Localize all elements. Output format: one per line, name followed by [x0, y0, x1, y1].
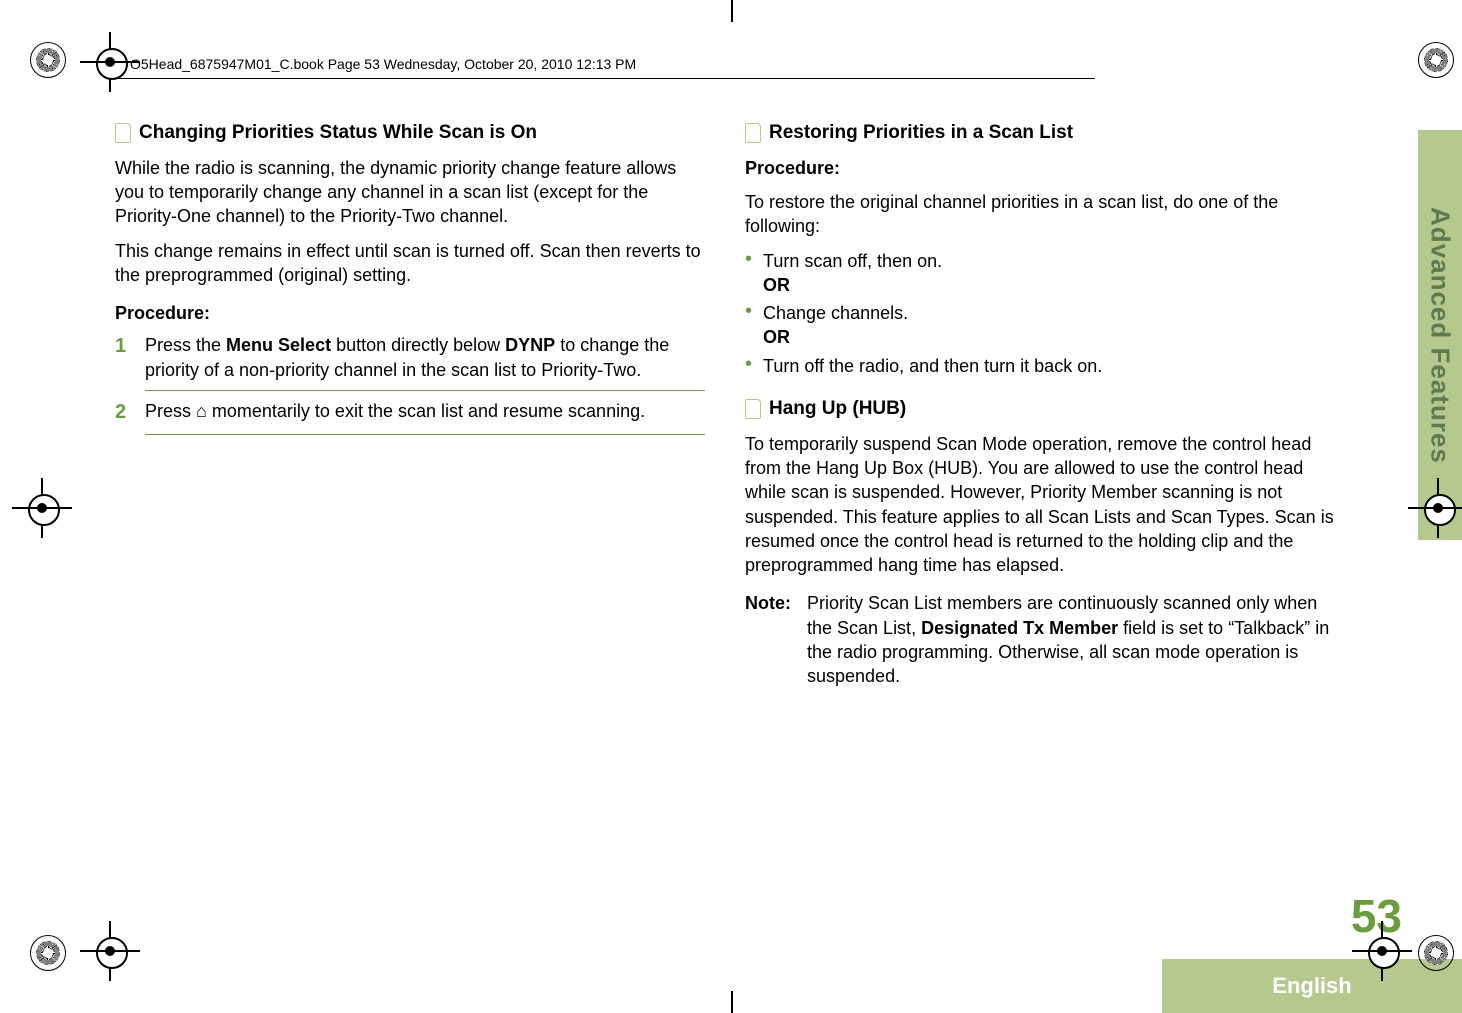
body-text: This change remains in effect until scan… — [115, 239, 705, 288]
text: Turn scan off, then on. — [763, 251, 942, 271]
bullet-list: Turn scan off, then on. OR Change channe… — [745, 249, 1335, 378]
section-tab-label: Advanced Features — [1425, 207, 1456, 464]
crosshair-mark-icon — [80, 921, 140, 981]
language-bar: English — [1162, 959, 1462, 1013]
crop-mark-bottom — [731, 991, 733, 1013]
heading-text: Restoring Priorities in a Scan List — [769, 120, 1073, 146]
step-separator — [145, 434, 705, 435]
heading-text: Hang Up (HUB) — [769, 396, 906, 422]
home-icon: ⌂ — [196, 399, 207, 423]
page-icon — [115, 123, 131, 143]
crop-mark-top — [731, 0, 733, 22]
language-label: English — [1272, 973, 1351, 999]
step-separator — [145, 390, 705, 391]
body-text: To temporarily suspend Scan Mode operati… — [745, 432, 1335, 578]
body-text: While the radio is scanning, the dynamic… — [115, 156, 705, 229]
step-number: 1 — [115, 333, 131, 382]
registration-mark-icon — [1418, 42, 1454, 78]
or-label: OR — [763, 327, 790, 347]
note-label: Note: — [745, 591, 791, 688]
registration-mark-icon — [1418, 935, 1454, 971]
text: Change channels. — [763, 303, 908, 323]
page-content: Changing Priorities Status While Scan is… — [115, 120, 1335, 890]
step-1: 1 Press the Menu Select button directly … — [115, 333, 705, 382]
heading-restoring-priorities: Restoring Priorities in a Scan List — [745, 120, 1335, 146]
text: Press the — [145, 335, 226, 355]
dynp-softkey: DYNP — [505, 335, 555, 355]
step-number: 2 — [115, 399, 131, 426]
list-item: Change channels. OR — [745, 301, 1335, 350]
crosshair-mark-icon — [80, 32, 140, 92]
text: Turn off the radio, and then turn it bac… — [763, 356, 1102, 376]
registration-mark-icon — [30, 42, 66, 78]
right-column: Restoring Priorities in a Scan List Proc… — [745, 120, 1335, 689]
list-item: Turn scan off, then on. OR — [745, 249, 1335, 298]
crosshair-mark-icon — [1408, 478, 1462, 538]
designated-tx-member: Designated Tx Member — [921, 618, 1118, 638]
registration-mark-icon — [30, 935, 66, 971]
page-icon — [745, 399, 761, 419]
note-body: Priority Scan List members are continuou… — [807, 591, 1335, 688]
or-label: OR — [763, 275, 790, 295]
crosshair-mark-icon — [1352, 921, 1412, 981]
heading-text: Changing Priorities Status While Scan is… — [139, 120, 537, 146]
text: button directly below — [331, 335, 505, 355]
list-item: Turn off the radio, and then turn it bac… — [745, 354, 1335, 378]
left-column: Changing Priorities Status While Scan is… — [115, 120, 705, 689]
text: Press — [145, 401, 196, 421]
heading-changing-priorities: Changing Priorities Status While Scan is… — [115, 120, 705, 146]
procedure-label: Procedure: — [745, 156, 1335, 180]
procedure-label: Procedure: — [115, 301, 705, 325]
body-text: To restore the original channel prioriti… — [745, 190, 1335, 239]
header-rule — [115, 78, 1095, 79]
book-header-stamp: O5Head_6875947M01_C.book Page 53 Wednesd… — [130, 56, 636, 72]
page-icon — [745, 123, 761, 143]
step-body: Press ⌂ momentarily to exit the scan lis… — [145, 399, 705, 426]
text: momentarily to exit the scan list and re… — [207, 401, 645, 421]
note-block: Note: Priority Scan List members are con… — [745, 591, 1335, 688]
heading-hang-up: Hang Up (HUB) — [745, 396, 1335, 422]
menu-select-label: Menu Select — [226, 335, 331, 355]
step-body: Press the Menu Select button directly be… — [145, 333, 705, 382]
crosshair-mark-icon — [12, 478, 72, 538]
step-2: 2 Press ⌂ momentarily to exit the scan l… — [115, 399, 705, 426]
